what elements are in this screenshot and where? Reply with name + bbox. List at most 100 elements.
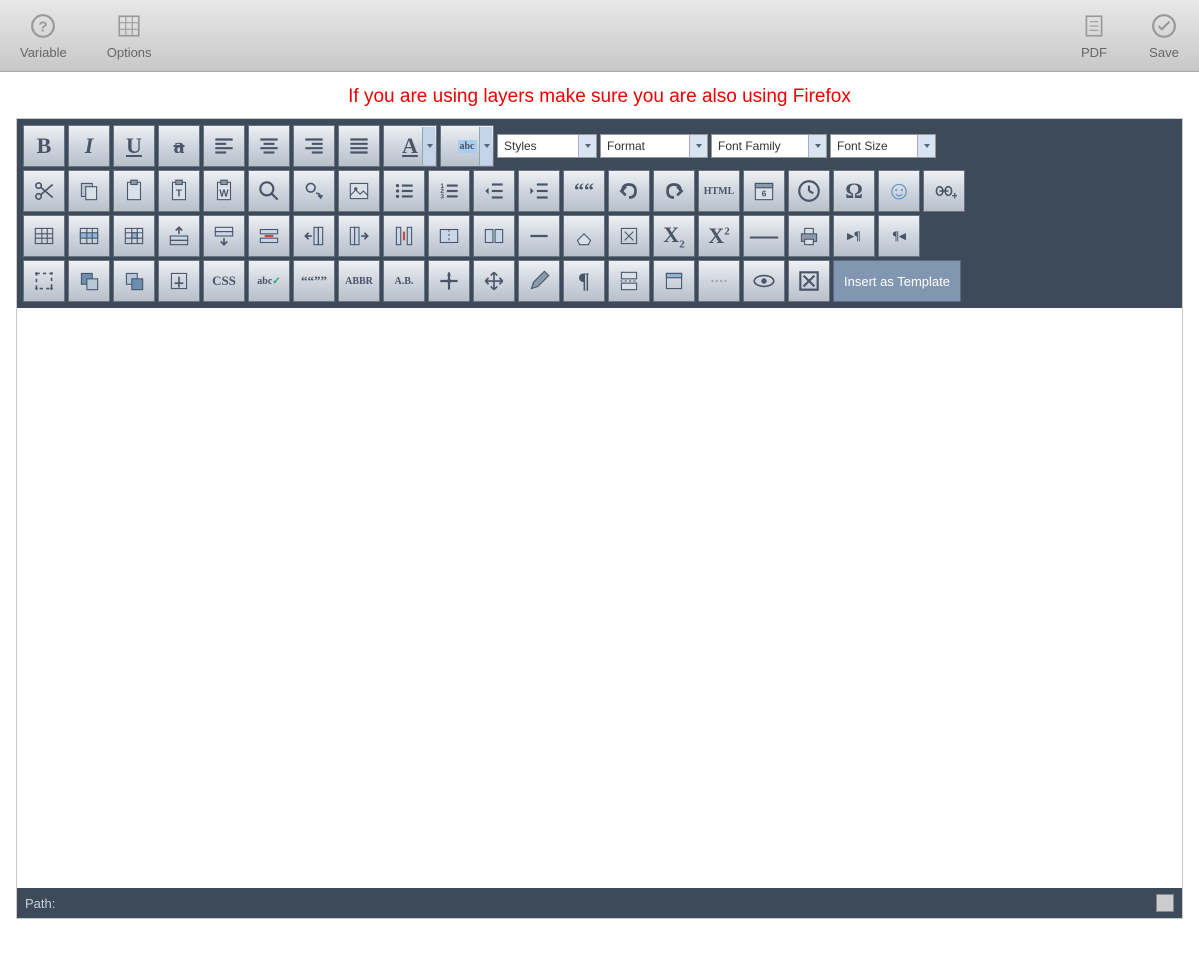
split-cells-button[interactable]: [428, 215, 470, 257]
image-icon: [346, 178, 372, 204]
delete-row-button[interactable]: [248, 215, 290, 257]
fullscreen-icon: [31, 268, 57, 294]
copy-button[interactable]: [68, 170, 110, 212]
delete-col-icon: [391, 223, 417, 249]
html-button[interactable]: HTML: [698, 170, 740, 212]
align-right-button[interactable]: [293, 125, 335, 167]
superscript-button[interactable]: X2: [698, 215, 740, 257]
smiley-button[interactable]: ☺: [878, 170, 920, 212]
bold-button[interactable]: B: [23, 125, 65, 167]
merge-cells-button[interactable]: [473, 215, 515, 257]
pagebreak-icon: [616, 268, 642, 294]
move-layer-button[interactable]: [473, 260, 515, 302]
strike-button[interactable]: —: [743, 215, 785, 257]
insert-layer-button[interactable]: [428, 260, 470, 302]
link-button[interactable]: +: [923, 170, 965, 212]
indent-button[interactable]: [518, 170, 560, 212]
svg-text:6: 6: [762, 188, 767, 198]
edit-button[interactable]: [518, 260, 560, 302]
numbered-list-icon: 123: [436, 178, 462, 204]
insert-as-template-button[interactable]: Insert as Template: [833, 260, 961, 302]
layer-front-button[interactable]: [113, 260, 155, 302]
question-circle-icon: ?: [28, 11, 58, 41]
redo-button[interactable]: [653, 170, 695, 212]
variable-label: Variable: [20, 45, 67, 60]
fullscreen-toggle-button[interactable]: [788, 260, 830, 302]
template-button[interactable]: [653, 260, 695, 302]
save-button[interactable]: Save: [1149, 11, 1179, 60]
anchor-button[interactable]: [158, 260, 200, 302]
insert-row-after-button[interactable]: [203, 215, 245, 257]
indent-icon: [526, 178, 552, 204]
undo-button[interactable]: [608, 170, 650, 212]
nbsp-button[interactable]: [698, 260, 740, 302]
italic-button[interactable]: I: [68, 125, 110, 167]
col-before-icon: [301, 223, 327, 249]
ltr-button[interactable]: ▸¶: [833, 215, 875, 257]
blockquote-button[interactable]: ““: [563, 170, 605, 212]
variable-button[interactable]: ? Variable: [20, 11, 67, 60]
editor-content-area[interactable]: [17, 308, 1182, 888]
preview-button[interactable]: [743, 260, 785, 302]
options-button[interactable]: Options: [107, 11, 152, 60]
abbr-button[interactable]: ABBR: [338, 260, 380, 302]
subscript-button[interactable]: X2: [653, 215, 695, 257]
text-color-button[interactable]: A: [383, 125, 437, 167]
table-button[interactable]: [23, 215, 65, 257]
align-left-button[interactable]: [203, 125, 245, 167]
font-family-select[interactable]: Font Family: [711, 134, 827, 158]
bullet-list-button[interactable]: [383, 170, 425, 212]
time-button[interactable]: [788, 170, 830, 212]
insert-row-before-button[interactable]: [158, 215, 200, 257]
rtl-button[interactable]: ¶◂: [878, 215, 920, 257]
insert-col-after-button[interactable]: [338, 215, 380, 257]
align-justify-button[interactable]: [338, 125, 380, 167]
styles-select[interactable]: Styles: [497, 134, 597, 158]
row-before-icon: [166, 223, 192, 249]
format-select[interactable]: Format: [600, 134, 708, 158]
date-button[interactable]: 6: [743, 170, 785, 212]
cleanup-button[interactable]: [608, 215, 650, 257]
align-left-icon: [211, 133, 237, 159]
pagebreak-button[interactable]: [608, 260, 650, 302]
pdf-button[interactable]: PDF: [1079, 11, 1109, 60]
find-button[interactable]: [248, 170, 290, 212]
highlight-button[interactable]: abc: [440, 125, 494, 167]
paste-button[interactable]: [113, 170, 155, 212]
highlight-icon: abc: [458, 140, 477, 153]
layer-back-button[interactable]: [68, 260, 110, 302]
printer-icon: [796, 223, 822, 249]
replace-button[interactable]: [293, 170, 335, 212]
cell-props-button[interactable]: [113, 215, 155, 257]
paste-word-button[interactable]: W: [203, 170, 245, 212]
visual-chars-button[interactable]: ¶: [563, 260, 605, 302]
print-button[interactable]: [788, 215, 830, 257]
remove-format-button[interactable]: [563, 215, 605, 257]
paste-text-button[interactable]: T: [158, 170, 200, 212]
svg-text:W: W: [219, 188, 229, 199]
numbered-list-button[interactable]: 123: [428, 170, 470, 212]
align-center-button[interactable]: [248, 125, 290, 167]
strikethrough-button[interactable]: a: [158, 125, 200, 167]
resize-handle[interactable]: [1156, 894, 1174, 912]
image-button[interactable]: [338, 170, 380, 212]
acronym-button[interactable]: A.B.: [383, 260, 425, 302]
underline-button[interactable]: U: [113, 125, 155, 167]
quote-icon: ““: [574, 180, 594, 203]
insert-col-before-button[interactable]: [293, 215, 335, 257]
cut-button[interactable]: [23, 170, 65, 212]
spellcheck-button[interactable]: abc✓: [248, 260, 290, 302]
font-size-select[interactable]: Font Size: [830, 134, 936, 158]
hr-button[interactable]: [518, 215, 560, 257]
hr-icon: [526, 223, 552, 249]
outdent-icon: [481, 178, 507, 204]
fullscreen-button[interactable]: [23, 260, 65, 302]
quotes-button[interactable]: ““””: [293, 260, 335, 302]
special-char-button[interactable]: Ω: [833, 170, 875, 212]
row-props-button[interactable]: [68, 215, 110, 257]
outdent-button[interactable]: [473, 170, 515, 212]
css-button[interactable]: CSS: [203, 260, 245, 302]
clock-icon: [796, 178, 822, 204]
undo-icon: [616, 178, 642, 204]
delete-col-button[interactable]: [383, 215, 425, 257]
